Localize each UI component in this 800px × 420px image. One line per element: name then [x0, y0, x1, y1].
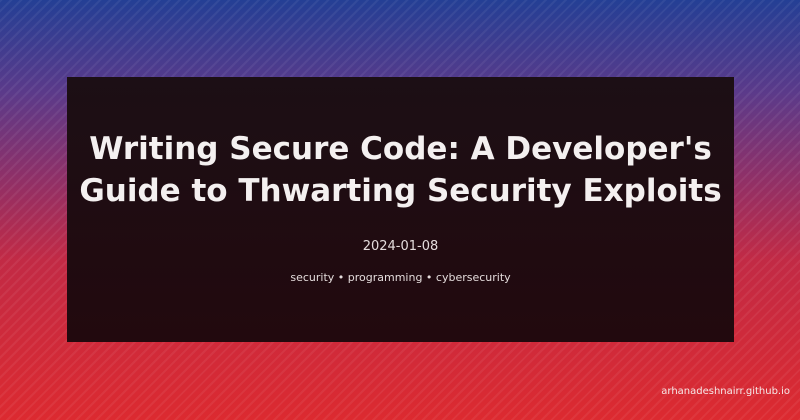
- post-title: Writing Secure Code: A Developer's Guide…: [79, 131, 722, 209]
- social-card: Writing Secure Code: A Developer's Guide…: [0, 0, 800, 420]
- title-card: Writing Secure Code: A Developer's Guide…: [67, 77, 734, 342]
- site-domain: arhanadeshnairr.github.io: [661, 386, 790, 397]
- post-date: 2024-01-08: [362, 239, 439, 254]
- post-tags: security • programming • cybersecurity: [290, 271, 511, 284]
